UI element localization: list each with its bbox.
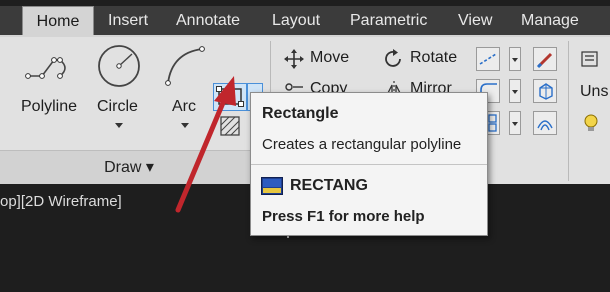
tab-annotate[interactable]: Annotate xyxy=(176,6,240,36)
offset-icon[interactable] xyxy=(533,111,557,135)
arc-icon[interactable] xyxy=(162,43,208,89)
tooltip-title: Rectangle xyxy=(262,105,339,122)
move-label: Move xyxy=(310,49,350,66)
viewport-controls[interactable]: op][2D Wireframe] xyxy=(0,193,122,210)
application-window: Home Insert Annotate Layout Parametric V… xyxy=(0,0,610,292)
explode-icon[interactable] xyxy=(533,79,557,103)
gradient-hatch-icon[interactable] xyxy=(218,114,244,138)
lightbulb-icon[interactable] xyxy=(579,111,603,135)
rectangle-icon xyxy=(216,86,244,107)
array-dropdown-icon[interactable] xyxy=(509,111,521,135)
polyline-icon[interactable] xyxy=(24,48,74,88)
linetype-icon[interactable] xyxy=(476,47,500,71)
tooltip-divider xyxy=(251,164,487,165)
circle-icon[interactable] xyxy=(96,43,142,89)
layer-state-text: Uns xyxy=(580,83,609,100)
command-line-icon xyxy=(261,177,283,195)
circle-button[interactable]: Circle xyxy=(97,98,138,116)
rotate-icon xyxy=(385,49,401,67)
draw-panel-footer[interactable]: Draw ▾ xyxy=(0,150,258,184)
rectangle-tooltip: Rectangle Creates a rectangular polyline… xyxy=(250,92,488,236)
tooltip-help-hint: Press F1 for more help xyxy=(262,208,425,225)
polyline-button[interactable]: Polyline xyxy=(21,98,77,116)
rectangle-button[interactable] xyxy=(213,83,247,111)
linetype-dropdown-icon[interactable] xyxy=(509,47,521,71)
tab-view[interactable]: View xyxy=(458,6,492,36)
tab-overflow xyxy=(2,6,18,36)
tab-insert[interactable]: Insert xyxy=(108,6,148,36)
tooltip-command: RECTANG xyxy=(290,177,368,194)
tab-parametric[interactable]: Parametric xyxy=(350,6,427,36)
text-style-icon[interactable] xyxy=(578,47,602,71)
tooltip-description: Creates a rectangular polyline xyxy=(262,136,462,153)
rotate-label: Rotate xyxy=(410,49,458,66)
panel-divider-right xyxy=(568,41,569,181)
tab-layout[interactable]: Layout xyxy=(272,6,320,36)
tab-manage[interactable]: Manage xyxy=(521,6,579,36)
fillet-dropdown-icon[interactable] xyxy=(509,79,521,103)
tab-home[interactable]: Home xyxy=(22,6,94,37)
arc-button[interactable]: Arc xyxy=(172,98,196,116)
ribbon-tab-bar: Home Insert Annotate Layout Parametric V… xyxy=(0,6,610,37)
circle-dropdown-icon[interactable] xyxy=(115,123,123,128)
erase-icon[interactable] xyxy=(533,47,557,71)
draw-panel-title[interactable]: Draw ▾ xyxy=(0,151,258,185)
move-icon xyxy=(284,49,304,69)
arc-dropdown-icon[interactable] xyxy=(181,123,189,128)
